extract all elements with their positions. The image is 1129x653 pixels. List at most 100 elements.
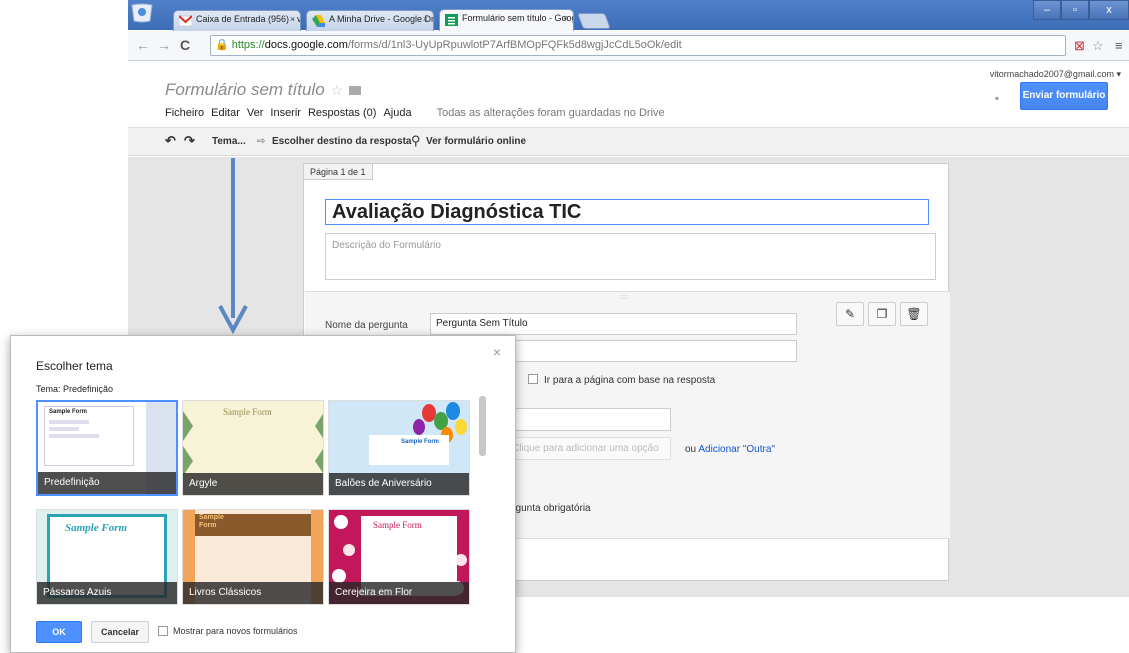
back-icon[interactable]: ← [136, 37, 150, 53]
theme-scrollbar[interactable] [479, 396, 486, 456]
extension-icon[interactable]: ⊠ [1074, 38, 1085, 54]
theme-passaros-azuis[interactable]: Sample Form Pássaros Azuis [36, 509, 178, 605]
close-icon[interactable]: × [290, 14, 295, 24]
address-bar-row: ← → C 🔒 https://docs.google.com/forms/d/1… [128, 31, 1129, 61]
sample-form-text: Sample Form [199, 514, 224, 529]
account-email: vitormachado2007@gmail.com [989, 69, 1114, 79]
tab-label: Formulário sem título - Googl [462, 13, 574, 23]
undo-icon[interactable]: ↶ [165, 133, 176, 149]
menu-inserir[interactable]: Inserir [270, 107, 301, 119]
menu-editar[interactable]: Editar [211, 107, 240, 119]
forms-header: Formulário sem título ☆ Ficheiro Editar V… [128, 62, 1129, 127]
destination-icon: ⇨ [257, 136, 266, 147]
ok-button[interactable]: OK [36, 621, 82, 643]
forward-icon[interactable]: → [157, 37, 171, 53]
page-indicator: Página 1 de 1 [304, 164, 373, 180]
duplicate-icon[interactable]: ❐ [868, 302, 896, 326]
menu-ver[interactable]: Ver [247, 107, 264, 119]
add-option-input[interactable]: Clique para adicionar uma opção [505, 437, 671, 460]
close-window-button[interactable]: x [1089, 0, 1129, 20]
option-1-input[interactable] [505, 408, 671, 431]
url-path: /forms/d/1nl3-UyUpRpuwlotP7ArfBMOpFQFk5d… [347, 39, 682, 51]
sample-form-text: Sample Form [401, 439, 440, 445]
drive-icon [312, 15, 325, 27]
close-icon[interactable]: × [563, 13, 568, 23]
new-tab-button[interactable] [577, 13, 611, 29]
theme-label: Argyle [183, 473, 323, 495]
chrome-logo-icon[interactable] [130, 3, 154, 23]
add-other-link[interactable]: Adicionar "Outra" [698, 444, 775, 455]
view-online-icon: ⚲ [411, 133, 421, 148]
comments-icon[interactable]: ▪ [985, 87, 1009, 109]
url-input[interactable]: 🔒 https://docs.google.com/forms/d/1nl3-Uy… [210, 35, 1066, 56]
folder-icon[interactable] [349, 86, 362, 95]
theme-argyle[interactable]: Sample Form Argyle [182, 400, 324, 496]
edit-pencil-icon[interactable]: ✎ [836, 302, 864, 326]
close-icon[interactable]: × [493, 344, 501, 360]
sample-form-text: Sample Form [373, 520, 422, 530]
form-title-input[interactable]: Avaliação Diagnóstica TIC [325, 199, 929, 225]
tab-gmail[interactable]: Caixa de Entrada (956) - vit × [173, 10, 301, 31]
menu-bar: Ficheiro Editar Ver Inserir Respostas (0… [165, 107, 665, 119]
go-to-page-option[interactable]: Ir para a página com base na resposta [528, 374, 715, 386]
delete-trash-icon[interactable]: 🗑 [900, 302, 928, 326]
cancel-button[interactable]: Cancelar [91, 621, 149, 643]
reload-icon[interactable]: C [180, 37, 190, 53]
current-theme-label: Tema: Predefinição [36, 384, 114, 394]
save-status: Todas as alterações foram guardadas no D… [436, 107, 665, 119]
menu-respostas[interactable]: Respostas (0) [308, 107, 376, 119]
theme-label: Predefinição [38, 472, 176, 494]
view-form-online-button[interactable]: Ver formulário online [426, 136, 526, 147]
theme-grid: Sample Form Predefinição Sample Form Arg… [36, 400, 491, 610]
add-other-prefix: ou [685, 444, 699, 455]
sample-form-text: Sample Form [65, 522, 128, 534]
theme-label: Balões de Aniversário [329, 473, 469, 495]
drag-handle[interactable]: :::::: [619, 295, 629, 301]
star-icon[interactable]: ☆ [331, 82, 344, 98]
sample-form-text: Sample Form [49, 409, 88, 415]
toolbar: ↶ ↷ Tema... ⇨ Escolher destino da respos… [128, 127, 1129, 156]
tab-label: A Minha Drive - Google Drive [329, 14, 434, 24]
theme-cerejeira[interactable]: Sample Form Cerejeira em Flor [328, 509, 470, 605]
question-actions: ✎ ❐ 🗑 [836, 302, 928, 326]
theme-predefinicao[interactable]: Sample Form Predefinição [36, 400, 178, 496]
question-name-input[interactable]: Pergunta Sem Título [430, 313, 797, 335]
down-arrow-annotation [218, 158, 248, 335]
add-other-row: ou Adicionar "Outra" [685, 444, 775, 455]
menu-ajuda[interactable]: Ajuda [383, 107, 411, 119]
account-menu[interactable]: vitormachado2007@gmail.com ▾ [990, 69, 1121, 80]
menu-icon[interactable]: ≡ [1115, 38, 1123, 53]
window-controls: – ▫ x [1033, 0, 1129, 20]
send-form-button[interactable]: Enviar formulário [1020, 82, 1108, 110]
question-name-label: Nome da pergunta [325, 320, 408, 331]
theme-baloes[interactable]: Sample Form Balões de Aniversário [328, 400, 470, 496]
choose-theme-dialog: Escolher tema × Tema: Predefinição Sampl… [10, 335, 516, 653]
menu-ficheiro[interactable]: Ficheiro [165, 107, 204, 119]
checkbox[interactable] [158, 626, 168, 636]
tab-drive[interactable]: A Minha Drive - Google Drive × [306, 10, 434, 31]
theme-button[interactable]: Tema... [212, 136, 246, 147]
go-to-page-label: Ir para a página com base na resposta [544, 375, 716, 386]
document-title[interactable]: Formulário sem título [165, 80, 325, 99]
bookmark-star-icon[interactable]: ☆ [1092, 38, 1104, 54]
document-title-row: Formulário sem título ☆ [165, 80, 362, 100]
url-host: docs.google.com [264, 39, 348, 51]
theme-preview: Sample Form [44, 406, 134, 466]
close-icon[interactable]: × [423, 14, 428, 24]
maximize-button[interactable]: ▫ [1061, 0, 1089, 20]
redo-icon[interactable]: ↷ [184, 133, 195, 149]
checkbox[interactable] [528, 374, 538, 384]
form-description-input[interactable]: Descrição do Formulário [325, 233, 936, 280]
tab-forms[interactable]: Formulário sem título - Googl × [439, 9, 574, 31]
response-destination-button[interactable]: Escolher destino da resposta [272, 136, 412, 147]
gmail-icon [179, 15, 192, 27]
theme-label: Pássaros Azuis [37, 582, 177, 604]
minimize-button[interactable]: – [1033, 0, 1061, 20]
lock-icon: 🔒 [215, 39, 229, 51]
forms-icon [445, 14, 458, 26]
sample-form-text: Sample Form [223, 407, 272, 417]
theme-livros-classicos[interactable]: Sample Form Livros Clássicos [182, 509, 324, 605]
url-scheme: https:// [231, 39, 265, 51]
show-for-new-forms-option[interactable]: Mostrar para novos formulários [158, 626, 298, 636]
dialog-title: Escolher tema [36, 359, 113, 373]
